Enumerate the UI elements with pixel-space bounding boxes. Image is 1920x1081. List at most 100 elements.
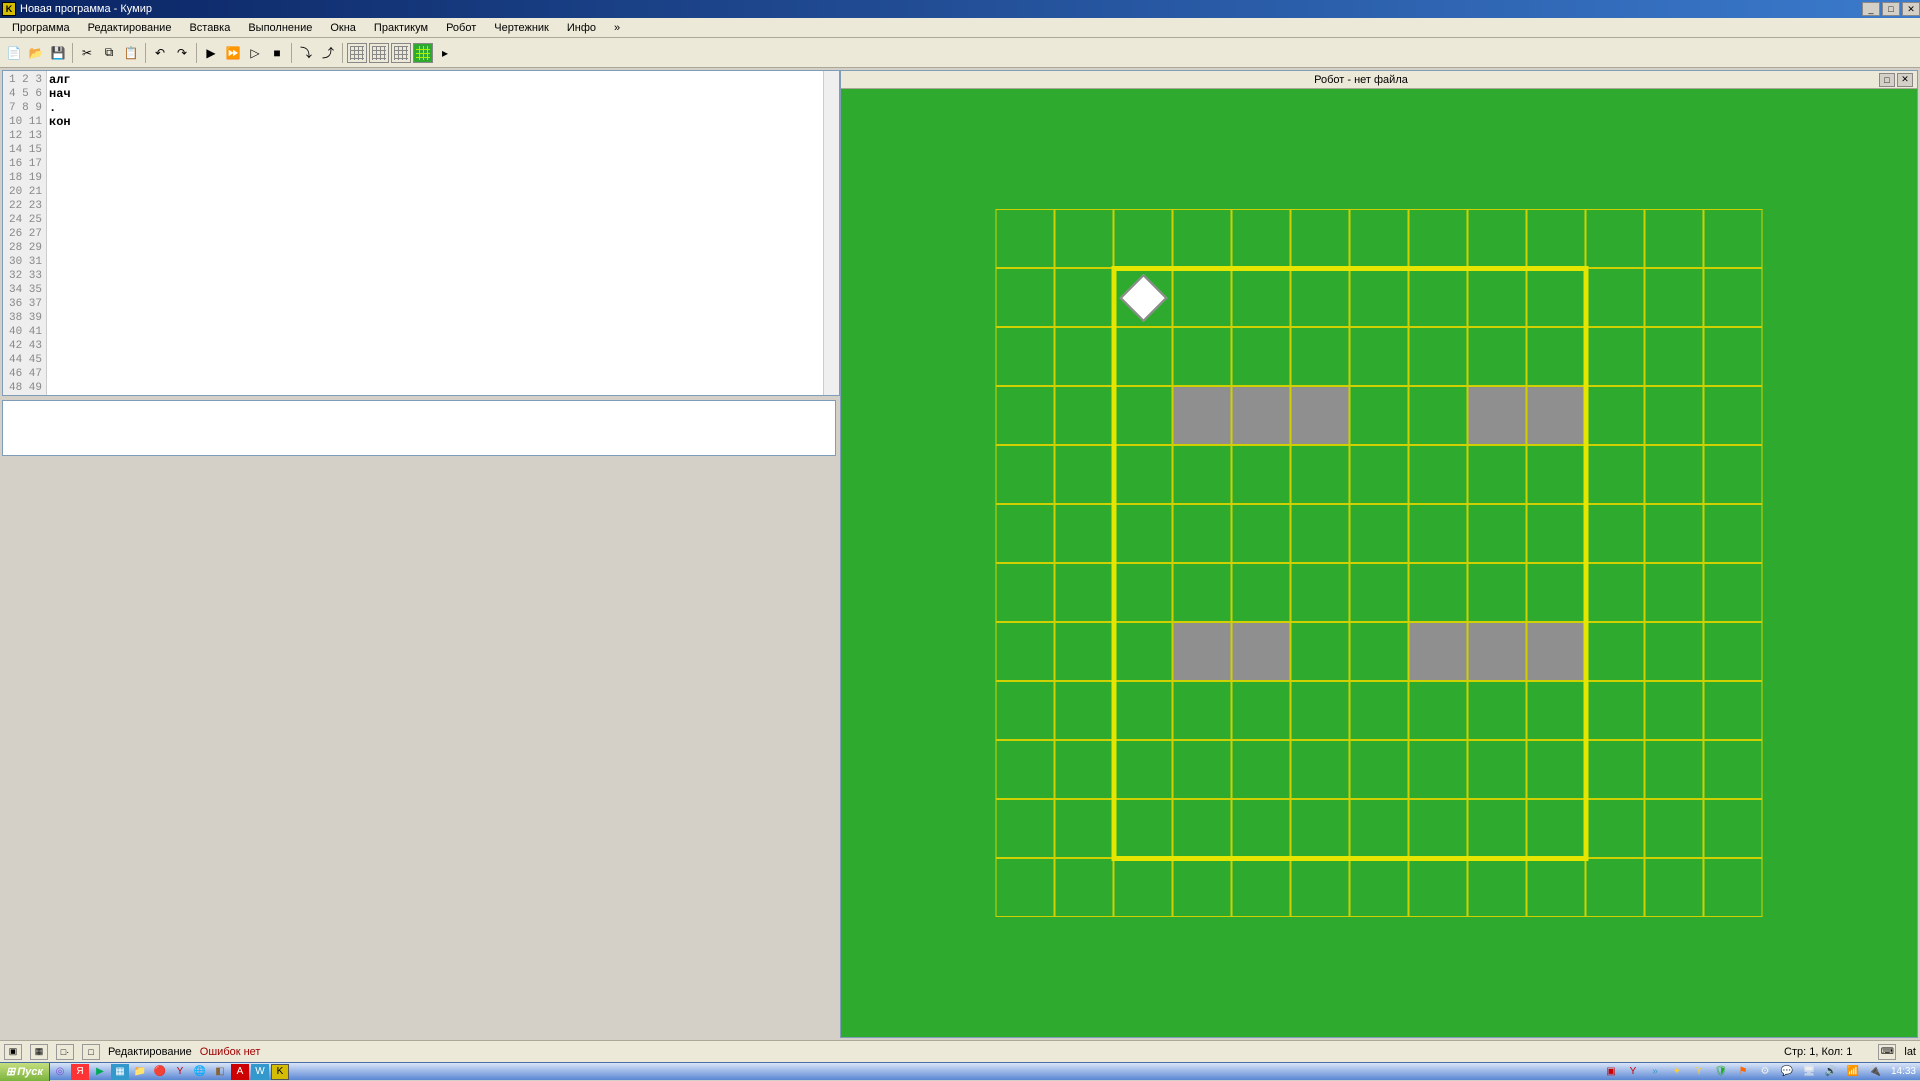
grid-cell[interactable]	[1704, 504, 1763, 563]
grid-cell[interactable]	[1291, 799, 1350, 858]
grid-cell[interactable]	[1114, 504, 1173, 563]
toolbar-step-out-icon[interactable]: ⤴	[318, 43, 338, 63]
start-button[interactable]: ⊞ Пуск	[0, 1063, 50, 1081]
grid-cell[interactable]	[1114, 445, 1173, 504]
toolbar-robot-field-icon[interactable]	[413, 43, 433, 63]
grid-cell[interactable]	[996, 268, 1055, 327]
toolbar-undo-icon[interactable]: ↶	[150, 43, 170, 63]
grid-cell[interactable]	[996, 563, 1055, 622]
editor-scrollbar[interactable]	[823, 71, 839, 395]
grid-cell[interactable]	[1055, 445, 1114, 504]
grid-cell[interactable]	[1291, 858, 1350, 917]
minimize-button[interactable]: _	[1862, 2, 1880, 16]
grid-cell[interactable]	[1527, 799, 1586, 858]
status-keyboard-icon[interactable]: ⌨	[1878, 1044, 1896, 1060]
grid-cell[interactable]	[1055, 681, 1114, 740]
taskbar-icon-word[interactable]: W	[251, 1064, 269, 1080]
grid-cell[interactable]	[1291, 386, 1350, 445]
grid-cell[interactable]	[1350, 327, 1409, 386]
grid-cell[interactable]	[1173, 209, 1232, 268]
grid-cell[interactable]	[1173, 445, 1232, 504]
grid-cell[interactable]	[1409, 858, 1468, 917]
grid-cell[interactable]	[1114, 858, 1173, 917]
grid-cell[interactable]	[1232, 209, 1291, 268]
grid-cell[interactable]	[1291, 445, 1350, 504]
grid-cell[interactable]	[1527, 268, 1586, 327]
grid-cell[interactable]	[1468, 209, 1527, 268]
tray-network-icon[interactable]: 📶	[1844, 1064, 1862, 1080]
toolbar-redo-icon[interactable]: ↷	[172, 43, 192, 63]
grid-cell[interactable]	[1173, 268, 1232, 327]
grid-cell[interactable]	[1704, 622, 1763, 681]
tray-icon-chat[interactable]: 💬	[1778, 1064, 1796, 1080]
grid-cell[interactable]	[1468, 327, 1527, 386]
grid-cell[interactable]	[1704, 209, 1763, 268]
grid-cell[interactable]	[996, 622, 1055, 681]
grid-cell[interactable]	[1232, 622, 1291, 681]
grid-cell[interactable]	[1055, 386, 1114, 445]
grid-cell[interactable]	[1527, 858, 1586, 917]
grid-cell[interactable]	[1291, 504, 1350, 563]
grid-cell[interactable]	[1291, 268, 1350, 327]
grid-cell[interactable]	[996, 327, 1055, 386]
taskbar-icon-browser[interactable]: ◎	[51, 1064, 69, 1080]
grid-cell[interactable]	[1291, 622, 1350, 681]
toolbar-win1-icon[interactable]	[347, 43, 367, 63]
menu-вставка[interactable]: Вставка	[181, 20, 238, 36]
grid-cell[interactable]	[996, 504, 1055, 563]
toolbar-▸-icon[interactable]: ▸	[435, 43, 455, 63]
grid-cell[interactable]	[1232, 268, 1291, 327]
grid-cell[interactable]	[1586, 799, 1645, 858]
grid-cell[interactable]	[1291, 563, 1350, 622]
grid-cell[interactable]	[1173, 858, 1232, 917]
grid-cell[interactable]	[1409, 327, 1468, 386]
toolbar-step-into-icon[interactable]: ⤵	[296, 43, 316, 63]
grid-cell[interactable]	[1527, 563, 1586, 622]
toolbar-open-file-icon[interactable]: 📂	[26, 43, 46, 63]
grid-cell[interactable]	[1409, 740, 1468, 799]
grid-cell[interactable]	[1645, 858, 1704, 917]
grid-cell[interactable]	[1704, 386, 1763, 445]
grid-cell[interactable]	[1645, 563, 1704, 622]
grid-cell[interactable]	[1291, 681, 1350, 740]
grid-cell[interactable]	[1055, 504, 1114, 563]
toolbar-stop-icon[interactable]: ■	[267, 43, 287, 63]
grid-cell[interactable]	[1055, 563, 1114, 622]
grid-cell[interactable]	[996, 386, 1055, 445]
grid-cell[interactable]	[1527, 209, 1586, 268]
grid-cell[interactable]	[1350, 268, 1409, 327]
grid-cell[interactable]	[1645, 740, 1704, 799]
grid-cell[interactable]	[1645, 327, 1704, 386]
taskbar-icon-explorer[interactable]: 📁	[131, 1064, 149, 1080]
grid-cell[interactable]	[1114, 799, 1173, 858]
grid-cell[interactable]	[1173, 681, 1232, 740]
toolbar-copy-icon[interactable]: ⧉	[99, 43, 119, 63]
grid-cell[interactable]	[996, 858, 1055, 917]
menu-робот[interactable]: Робот	[438, 20, 484, 36]
tray-icon-1[interactable]: ▣	[1602, 1064, 1620, 1080]
grid-cell[interactable]	[1291, 327, 1350, 386]
grid-cell[interactable]	[1232, 504, 1291, 563]
grid-cell[interactable]	[1173, 740, 1232, 799]
menu-редактирование[interactable]: Редактирование	[80, 20, 180, 36]
grid-cell[interactable]	[1586, 681, 1645, 740]
toolbar-save-icon[interactable]: 💾	[48, 43, 68, 63]
grid-cell[interactable]	[1232, 740, 1291, 799]
grid-cell[interactable]	[1055, 740, 1114, 799]
grid-cell[interactable]	[1350, 799, 1409, 858]
taskbar-icon-pdf[interactable]: A	[231, 1064, 249, 1080]
panel-maximize-button[interactable]: □	[1879, 73, 1895, 87]
grid-cell[interactable]	[1173, 386, 1232, 445]
grid-cell[interactable]	[1173, 563, 1232, 622]
status-btn-2[interactable]: ▦	[30, 1044, 48, 1060]
close-button[interactable]: ✕	[1902, 2, 1920, 16]
tray-icon-y2[interactable]: Y	[1690, 1064, 1708, 1080]
grid-cell[interactable]	[1704, 858, 1763, 917]
toolbar-new-file-icon[interactable]: 📄	[4, 43, 24, 63]
grid-cell[interactable]	[1409, 504, 1468, 563]
tray-power-icon[interactable]: 🔌	[1866, 1064, 1884, 1080]
toolbar-step-icon[interactable]: ▷	[245, 43, 265, 63]
grid-cell[interactable]	[1586, 209, 1645, 268]
status-btn-3[interactable]: □·	[56, 1044, 74, 1060]
grid-cell[interactable]	[1586, 327, 1645, 386]
